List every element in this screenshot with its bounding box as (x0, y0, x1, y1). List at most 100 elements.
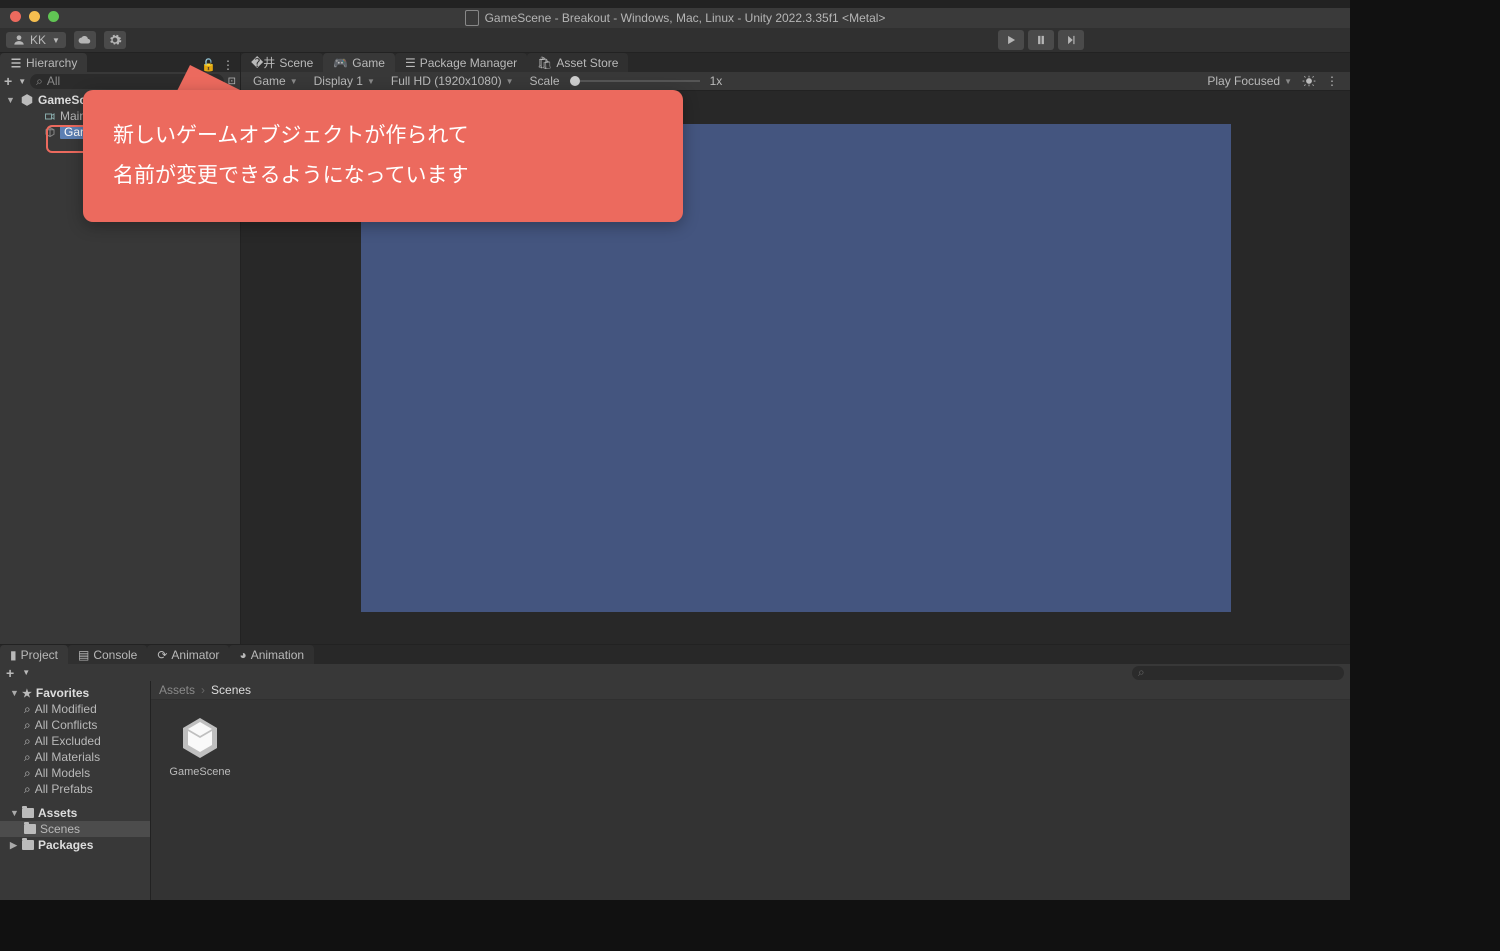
breadcrumb: Assets › Scenes (151, 681, 1350, 700)
dd-label: Display 1 (314, 74, 363, 88)
animation-icon: ◕ (239, 648, 246, 662)
bc-item[interactable]: Scenes (211, 683, 251, 697)
favorites-header[interactable]: ▼ Favorites (0, 685, 150, 701)
tab-project[interactable]: ▮ Project (0, 645, 68, 664)
label: All Modified (35, 702, 97, 716)
search-icon: ⌕ (1138, 665, 1145, 680)
resolution-dropdown[interactable]: Full HD (1920x1080) ▼ (385, 73, 520, 89)
chevron-down-icon: ▼ (506, 77, 514, 86)
gear-icon (108, 33, 122, 47)
tab-animator[interactable]: ⟳ Animator (147, 645, 229, 664)
account-dropdown[interactable]: KK ▼ (6, 32, 66, 48)
tab-menu-icon[interactable]: ⋮ (1326, 74, 1338, 88)
slider-thumb[interactable] (570, 76, 580, 86)
fold-icon[interactable]: ▼ (10, 688, 18, 698)
settings-button[interactable] (104, 31, 126, 49)
bug-icon[interactable] (1302, 74, 1316, 88)
minimize-window-icon[interactable] (29, 11, 40, 22)
console-icon: ▤ (78, 648, 89, 662)
close-window-icon[interactable] (10, 11, 21, 22)
annotation-callout: 新しいゲームオブジェクトが作られて 名前が変更できるようになっています (83, 90, 683, 222)
folder-scenes[interactable]: Scenes (0, 821, 150, 837)
scale-slider[interactable] (570, 80, 700, 82)
search-icon: ⌕ (24, 750, 31, 765)
file-icon (465, 10, 479, 26)
packages-header[interactable]: ▶ Packages (0, 837, 150, 853)
search-icon: ⌕ (24, 782, 31, 797)
tab-label: Game (352, 56, 385, 70)
fav-item[interactable]: ⌕ All Prefabs (0, 781, 150, 797)
project-create-button[interactable]: + (6, 665, 14, 681)
fold-icon[interactable]: ▼ (10, 808, 18, 818)
asset-gamescene[interactable]: GameScene (165, 714, 235, 778)
bc-item[interactable]: Assets (159, 683, 195, 697)
play-button[interactable] (998, 30, 1024, 50)
chevron-down-icon: ▼ (367, 77, 375, 86)
label: Favorites (36, 686, 89, 700)
star-icon (22, 686, 32, 700)
window-title: GameScene - Breakout - Windows, Mac, Lin… (485, 11, 886, 25)
search-icon: ⌕ (24, 702, 31, 717)
assets-header[interactable]: ▼ Assets (0, 805, 150, 821)
cloud-button[interactable] (74, 31, 96, 49)
game-mode-dropdown[interactable]: Game ▼ (247, 73, 304, 89)
step-button[interactable] (1058, 30, 1084, 50)
tab-game[interactable]: 🎮 Game (323, 53, 395, 72)
fav-item[interactable]: ⌕All Conflicts (0, 717, 150, 733)
chevron-down-icon: ▼ (18, 77, 26, 86)
camera-icon (44, 110, 56, 122)
fav-item[interactable]: ⌕ All Modified (0, 701, 150, 717)
label: All Materials (35, 750, 100, 764)
chevron-down-icon: ▼ (290, 77, 298, 86)
package-icon: ☰ (405, 56, 416, 70)
tab-label: Animation (251, 648, 304, 662)
chevron-down-icon: ▼ (1284, 77, 1292, 86)
tab-animation[interactable]: ◕ Animation (229, 645, 314, 664)
play-icon (1004, 33, 1018, 47)
maximize-window-icon[interactable] (48, 11, 59, 22)
hierarchy-tab-label: Hierarchy (26, 56, 77, 70)
chevron-down-icon: ▼ (52, 36, 60, 45)
search-prefix: ⌕ (36, 74, 43, 89)
tab-console[interactable]: ▤ Console (68, 645, 147, 664)
callout-text: 新しいゲームオブジェクトが作られて 名前が変更できるようになっています (113, 124, 469, 187)
label: Packages (38, 838, 93, 852)
unity-scene-icon (176, 714, 224, 762)
project-tree[interactable]: ▼ Favorites ⌕ All Modified ⌕All Conflicts… (0, 681, 151, 900)
pause-button[interactable] (1028, 30, 1054, 50)
fold-icon[interactable]: ▼ (6, 95, 15, 105)
folder-icon (24, 824, 36, 834)
display-dropdown[interactable]: Display 1 ▼ (308, 73, 381, 89)
project-grid[interactable]: GameScene (151, 700, 1350, 900)
tab-hierarchy[interactable]: Hierarchy (0, 53, 87, 72)
search-icon: ⌕ (24, 734, 31, 749)
tab-package-manager[interactable]: ☰ Package Manager (395, 53, 527, 72)
list-icon (10, 57, 22, 69)
label: All Prefabs (35, 782, 93, 796)
fold-icon[interactable]: ▶ (10, 840, 18, 851)
fav-item[interactable]: ⌕All Excluded (0, 733, 150, 749)
tab-label: Package Manager (420, 56, 517, 70)
tab-scene[interactable]: �井 Scene (241, 53, 323, 72)
search-icon: ⌕ (24, 718, 31, 733)
user-icon (12, 33, 26, 47)
tab-label: Project (21, 648, 58, 662)
tab-label: Animator (171, 648, 219, 662)
dd-label: Full HD (1920x1080) (391, 74, 502, 88)
project-search[interactable]: ⌕ (1132, 666, 1344, 680)
folder-icon (22, 840, 34, 850)
tab-asset-store[interactable]: 🛍 Asset Store (527, 53, 628, 72)
fav-item[interactable]: ⌕ All Materials (0, 749, 150, 765)
gameobject-icon (44, 126, 56, 138)
tab-label: Scene (279, 56, 313, 70)
scale-label: Scale (524, 73, 566, 89)
fav-item[interactable]: ⌕All Models (0, 765, 150, 781)
grid-icon: �井 (251, 54, 275, 71)
controller-icon: 🎮 (333, 56, 348, 70)
window-titlebar: GameScene - Breakout - Windows, Mac, Lin… (0, 8, 1350, 28)
folder-icon: ▮ (10, 648, 17, 662)
play-focused-dropdown[interactable]: Play Focused ▼ (1201, 73, 1298, 89)
label: Assets (38, 806, 77, 820)
create-button[interactable]: + (4, 73, 12, 89)
folder-icon (22, 808, 34, 818)
